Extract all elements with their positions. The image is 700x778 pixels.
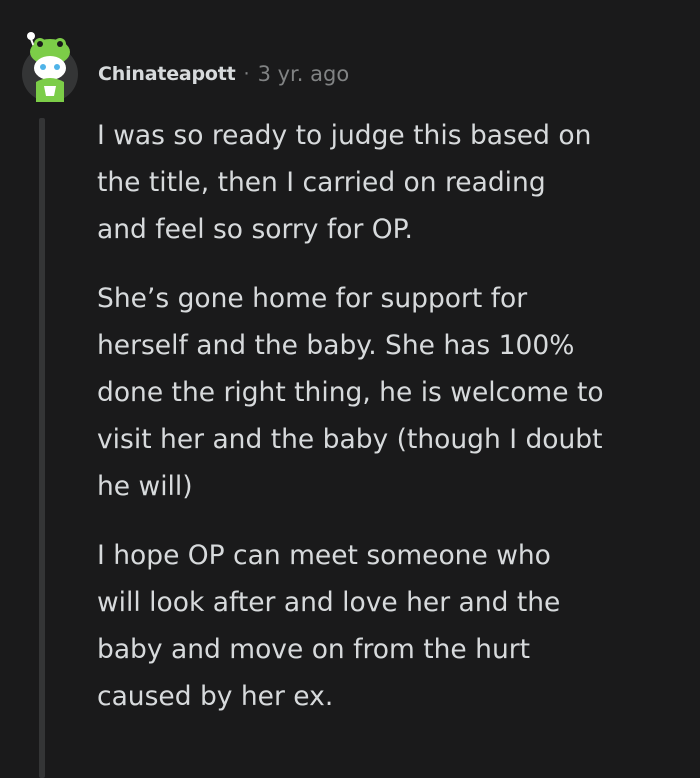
comment-body: I was so ready to judge this based on th… <box>97 112 687 742</box>
thread-collapse-line[interactable] <box>39 118 45 778</box>
comment-timestamp[interactable]: 3 yr. ago <box>258 62 350 86</box>
comment-meta: Chinateapott · 3 yr. ago <box>98 58 349 90</box>
username-link[interactable]: Chinateapott <box>98 63 236 85</box>
comment-paragraph: I hope OP can meet someone who will look… <box>97 540 561 712</box>
comment-paragraph: I was so ready to judge this based on th… <box>97 120 592 245</box>
comment: Chinateapott · 3 yr. ago I was so ready … <box>0 0 700 778</box>
user-avatar-icon[interactable] <box>18 30 82 102</box>
meta-separator: · <box>243 63 250 85</box>
comment-paragraph: She’s gone home for support for herself … <box>97 283 604 502</box>
